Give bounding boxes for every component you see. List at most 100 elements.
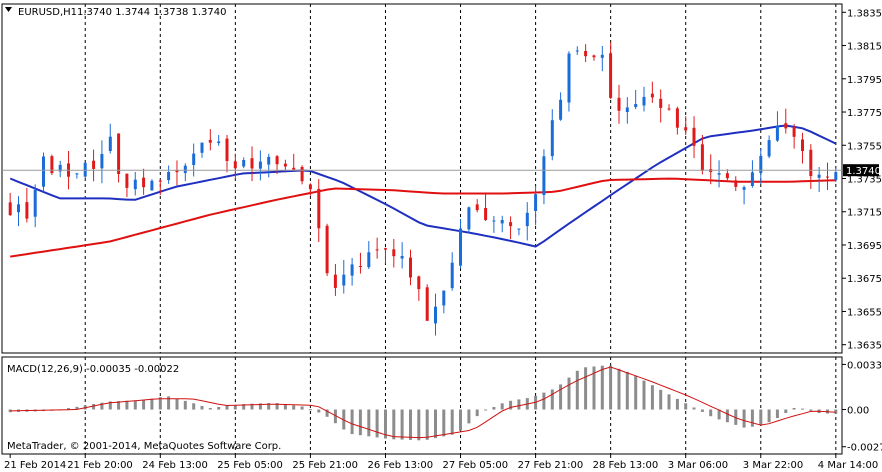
candle[interactable] [183, 163, 187, 182]
candle[interactable] [759, 149, 763, 185]
candle[interactable] [384, 247, 387, 264]
candlestick-series[interactable] [8, 42, 838, 336]
candle[interactable] [267, 153, 271, 178]
copyright-label: MetaTrader, © 2001-2014, MetaQuotes Soft… [7, 441, 281, 452]
candle[interactable] [392, 238, 396, 268]
macd-histogram-bar [317, 409, 321, 413]
candle[interactable] [17, 196, 20, 227]
y-tick-label: 1.3755 [847, 141, 882, 152]
candle[interactable] [792, 123, 796, 149]
candle[interactable] [417, 275, 421, 301]
candle[interactable] [333, 263, 337, 296]
candle[interactable] [75, 172, 79, 179]
candle[interactable] [342, 260, 346, 294]
candle[interactable] [559, 92, 563, 121]
triangle-down-icon[interactable] [5, 7, 12, 12]
candle[interactable] [667, 104, 671, 111]
candle[interactable] [734, 176, 738, 192]
candle-body [742, 187, 746, 190]
candle[interactable] [484, 194, 488, 221]
candle[interactable] [409, 249, 412, 286]
candle[interactable] [717, 160, 721, 188]
candle[interactable] [567, 51, 571, 112]
candle[interactable] [175, 160, 179, 186]
candle[interactable] [425, 284, 429, 321]
candle[interactable] [200, 142, 204, 158]
candle[interactable] [58, 160, 62, 178]
candle[interactable] [600, 45, 604, 72]
candle[interactable] [475, 199, 479, 213]
candle[interactable] [517, 228, 521, 236]
candle[interactable] [117, 133, 121, 183]
candle[interactable] [358, 252, 362, 274]
candle[interactable] [150, 179, 154, 191]
candle[interactable] [108, 123, 112, 154]
candle[interactable] [500, 215, 504, 233]
candle[interactable] [208, 129, 212, 151]
candle[interactable] [742, 185, 746, 205]
candle[interactable] [450, 252, 454, 291]
candle[interactable] [133, 171, 137, 196]
candle[interactable] [25, 187, 29, 223]
candle[interactable] [684, 116, 688, 136]
candle[interactable] [659, 89, 663, 123]
candle[interactable] [50, 154, 54, 175]
x-tick-label: 27 Feb 05:00 [443, 460, 509, 471]
candle[interactable] [350, 257, 354, 286]
candle[interactable] [509, 216, 513, 240]
candle[interactable] [367, 241, 371, 269]
candle-body [308, 184, 312, 190]
candle[interactable] [33, 184, 37, 228]
candle[interactable] [642, 86, 646, 112]
candle[interactable] [92, 149, 96, 182]
candle[interactable] [584, 44, 588, 63]
candle[interactable] [167, 165, 171, 184]
candle[interactable] [767, 135, 771, 159]
candle[interactable] [700, 134, 704, 175]
candle[interactable] [492, 216, 496, 233]
candle[interactable] [142, 168, 146, 195]
candle[interactable] [225, 134, 229, 173]
candle[interactable] [550, 109, 554, 161]
candle[interactable] [542, 149, 546, 205]
candle[interactable] [650, 81, 654, 103]
candle[interactable] [300, 165, 304, 185]
candle[interactable] [675, 106, 679, 135]
candle[interactable] [192, 143, 196, 177]
candle[interactable] [592, 54, 596, 61]
candle[interactable] [242, 157, 246, 169]
candle[interactable] [400, 242, 404, 269]
candle[interactable] [725, 169, 729, 181]
candle[interactable] [125, 173, 129, 198]
candle[interactable] [817, 167, 821, 193]
candle[interactable] [42, 152, 45, 192]
trading-chart[interactable]: 1.38351.38151.37951.37751.37551.37351.37… [0, 0, 882, 472]
candle[interactable] [525, 202, 529, 241]
candle[interactable] [100, 140, 104, 184]
candle[interactable] [467, 206, 471, 234]
candle[interactable] [784, 108, 788, 134]
candle[interactable] [625, 97, 629, 124]
candle[interactable] [258, 150, 262, 181]
candle[interactable] [609, 42, 613, 100]
candle-body [8, 202, 12, 216]
candle[interactable] [442, 290, 446, 314]
candle[interactable] [775, 111, 779, 142]
candle[interactable] [459, 218, 462, 269]
candle[interactable] [317, 179, 321, 242]
candle[interactable] [617, 84, 621, 124]
candle[interactable] [292, 153, 296, 172]
candle[interactable] [325, 223, 329, 276]
candle[interactable] [801, 132, 804, 164]
candle[interactable] [809, 144, 813, 189]
candle[interactable] [217, 135, 221, 146]
candle[interactable] [750, 160, 754, 188]
candle[interactable] [634, 90, 638, 110]
candle[interactable] [575, 46, 579, 55]
candle[interactable] [250, 146, 254, 182]
candle[interactable] [8, 192, 12, 216]
candle[interactable] [434, 293, 437, 336]
candle[interactable] [826, 162, 829, 191]
candle[interactable] [692, 116, 696, 159]
candle[interactable] [375, 237, 379, 259]
